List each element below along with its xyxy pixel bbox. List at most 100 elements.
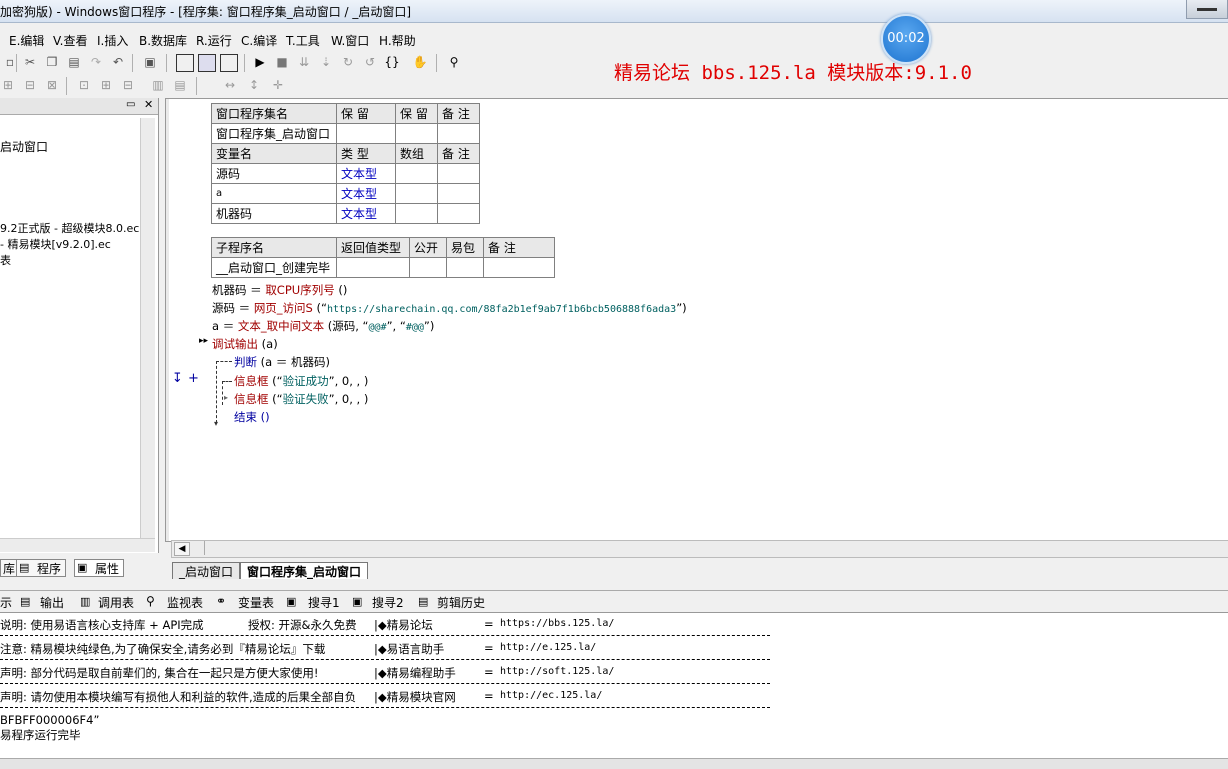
- table-cell[interactable]: [437, 183, 480, 204]
- code-text: ”): [676, 301, 687, 315]
- table-cell[interactable]: a: [211, 183, 337, 204]
- braces-icon[interactable]: {}: [384, 54, 400, 70]
- menu-help[interactable]: H.帮助: [379, 32, 416, 49]
- code-keyword: 判断: [234, 355, 257, 369]
- editor-horizontal-scrollbar[interactable]: ◀: [171, 540, 1228, 558]
- align-center-icon[interactable]: ⊟: [22, 77, 38, 93]
- code-line[interactable]: 信息框 (“验证失败”, 0, , ): [234, 391, 368, 407]
- table-cell[interactable]: 机器码: [211, 203, 337, 224]
- tree-item[interactable]: 启动窗口: [0, 138, 48, 155]
- step-arrow-icon[interactable]: ↧: [172, 371, 183, 386]
- table-cell[interactable]: [437, 203, 480, 224]
- align-top-icon[interactable]: ⊡: [76, 77, 92, 93]
- step-icon-1[interactable]: ⇊: [296, 54, 312, 70]
- horizontal-scrollbar[interactable]: [0, 538, 155, 552]
- cut-icon[interactable]: ✂: [22, 54, 38, 70]
- table-cell[interactable]: __启动窗口_创建完毕: [211, 257, 337, 278]
- tab-call-table[interactable]: 调用表: [98, 594, 134, 611]
- code-text: ”, “: [386, 319, 406, 333]
- table-cell[interactable]: [395, 123, 438, 144]
- tab-hint[interactable]: 示: [0, 594, 12, 611]
- layout-icon-1[interactable]: [176, 54, 194, 72]
- align-left-icon[interactable]: ⊞: [0, 77, 16, 93]
- align-middle-icon[interactable]: ⊞: [98, 77, 114, 93]
- tab-properties[interactable]: ▣ 属性: [74, 559, 125, 577]
- table-cell[interactable]: [409, 257, 447, 278]
- tree-item[interactable]: - 精易模块[v9.2.0].ec: [0, 236, 111, 252]
- menu-edit[interactable]: E.编辑: [9, 32, 44, 49]
- table-cell[interactable]: [395, 183, 438, 204]
- copy-icon[interactable]: ❐: [44, 54, 60, 70]
- run-icon[interactable]: ▶: [252, 54, 268, 70]
- tab-program[interactable]: ▤ 程序: [16, 559, 67, 577]
- step-icon-4[interactable]: ↺: [362, 54, 378, 70]
- tab-variable-table[interactable]: 变量表: [238, 594, 274, 611]
- table-cell[interactable]: 源码: [211, 163, 337, 184]
- table-cell[interactable]: [437, 163, 480, 184]
- breakpoint-icon[interactable]: ▸▸: [199, 336, 208, 346]
- vertical-scrollbar[interactable]: [140, 118, 155, 538]
- minimize-button[interactable]: [1186, 0, 1228, 19]
- table-cell[interactable]: 窗口程序集_启动窗口: [211, 123, 337, 144]
- align-right-icon[interactable]: ⊠: [44, 77, 60, 93]
- table-cell[interactable]: [395, 203, 438, 224]
- pin-icon[interactable]: ▭: [126, 99, 135, 110]
- scroll-left-icon[interactable]: ◀: [174, 542, 190, 556]
- table-cell[interactable]: 文本型: [336, 203, 396, 224]
- step-icon-3[interactable]: ↻: [340, 54, 356, 70]
- table-cell[interactable]: 文本型: [336, 183, 396, 204]
- hand-icon[interactable]: ✋: [412, 54, 428, 70]
- tab-start-window[interactable]: _启动窗口: [172, 562, 241, 579]
- tab-search2[interactable]: 搜寻2: [372, 594, 404, 611]
- code-line[interactable]: 调试输出 (a): [212, 336, 278, 352]
- menu-insert[interactable]: I.插入: [97, 32, 128, 49]
- layout-icon-3[interactable]: [220, 54, 238, 72]
- tree-item[interactable]: 9.2正式版 - 超级模块8.0.ec: [0, 220, 139, 236]
- tab-watch-table[interactable]: 监视表: [167, 594, 203, 611]
- tree-item[interactable]: 表: [0, 252, 11, 268]
- code-editor[interactable]: 窗口程序集名 保 留 保 留 备 注 窗口程序集_启动窗口 变量名 类 型 数组…: [165, 98, 1228, 542]
- close-icon[interactable]: ✕: [144, 98, 153, 111]
- same-width-icon[interactable]: ▥: [150, 77, 166, 93]
- vspace-icon[interactable]: ↕: [246, 77, 262, 93]
- menu-run[interactable]: R.运行: [196, 32, 232, 49]
- scroll-thumb[interactable]: [190, 541, 205, 555]
- step-icon-2[interactable]: ⇣: [318, 54, 334, 70]
- redo-icon[interactable]: ↷: [88, 54, 104, 70]
- code-line[interactable]: 信息框 (“验证成功”, 0, , ): [234, 373, 368, 389]
- paste-icon[interactable]: ▤: [66, 54, 82, 70]
- same-height-icon[interactable]: ▤: [172, 77, 188, 93]
- tab-assembly[interactable]: 窗口程序集_启动窗口: [240, 562, 369, 579]
- tab-output[interactable]: 输出: [40, 594, 64, 611]
- menu-tools[interactable]: T.工具: [286, 32, 320, 49]
- table-cell[interactable]: [437, 123, 480, 144]
- find-icon[interactable]: ▣: [142, 54, 158, 70]
- table-cell[interactable]: [336, 123, 396, 144]
- binoculars-icon[interactable]: ⚲: [446, 54, 462, 70]
- table-cell[interactable]: [446, 257, 484, 278]
- menu-window[interactable]: W.窗口: [331, 32, 369, 49]
- tab-clip-history[interactable]: 剪辑历史: [437, 594, 485, 611]
- title-bar: 加密狗版) - Windows窗口程序 - [程序集: 窗口程序集_启动窗口 /…: [0, 0, 1228, 23]
- output-area[interactable]: 说明: 使用易语言核心支持库 + API完成 授权: 开源&永久免费 |◆精易论…: [0, 612, 1228, 759]
- center-icon[interactable]: ✛: [270, 77, 286, 93]
- table-cell[interactable]: [395, 163, 438, 184]
- menu-compile[interactable]: C.编译: [241, 32, 277, 49]
- tab-search1[interactable]: 搜寻1: [308, 594, 340, 611]
- undo-icon[interactable]: ↶: [110, 54, 126, 70]
- stop-icon[interactable]: ■: [274, 54, 290, 70]
- expand-icon[interactable]: +: [188, 371, 199, 386]
- hspace-icon[interactable]: ↔: [222, 77, 238, 93]
- code-line[interactable]: 源码 ＝ 网页_访问S (“https://sharechain.qq.com/…: [212, 300, 687, 316]
- layout-icon-2[interactable]: [198, 54, 216, 72]
- code-line[interactable]: a ＝ 文本_取中间文本 (源码, “@@#”, “#@@”): [212, 318, 434, 334]
- table-cell[interactable]: 文本型: [336, 163, 396, 184]
- code-line[interactable]: 判断 (a ＝ 机器码): [234, 354, 330, 370]
- table-cell[interactable]: [483, 257, 555, 278]
- menu-database[interactable]: B.数据库: [139, 32, 187, 49]
- code-line[interactable]: 机器码 ＝ 取CPU序列号 (): [212, 282, 347, 298]
- table-cell[interactable]: [336, 257, 410, 278]
- align-bottom-icon[interactable]: ⊟: [120, 77, 136, 93]
- menu-view[interactable]: V.查看: [53, 32, 87, 49]
- code-line[interactable]: 结束 (): [234, 409, 270, 425]
